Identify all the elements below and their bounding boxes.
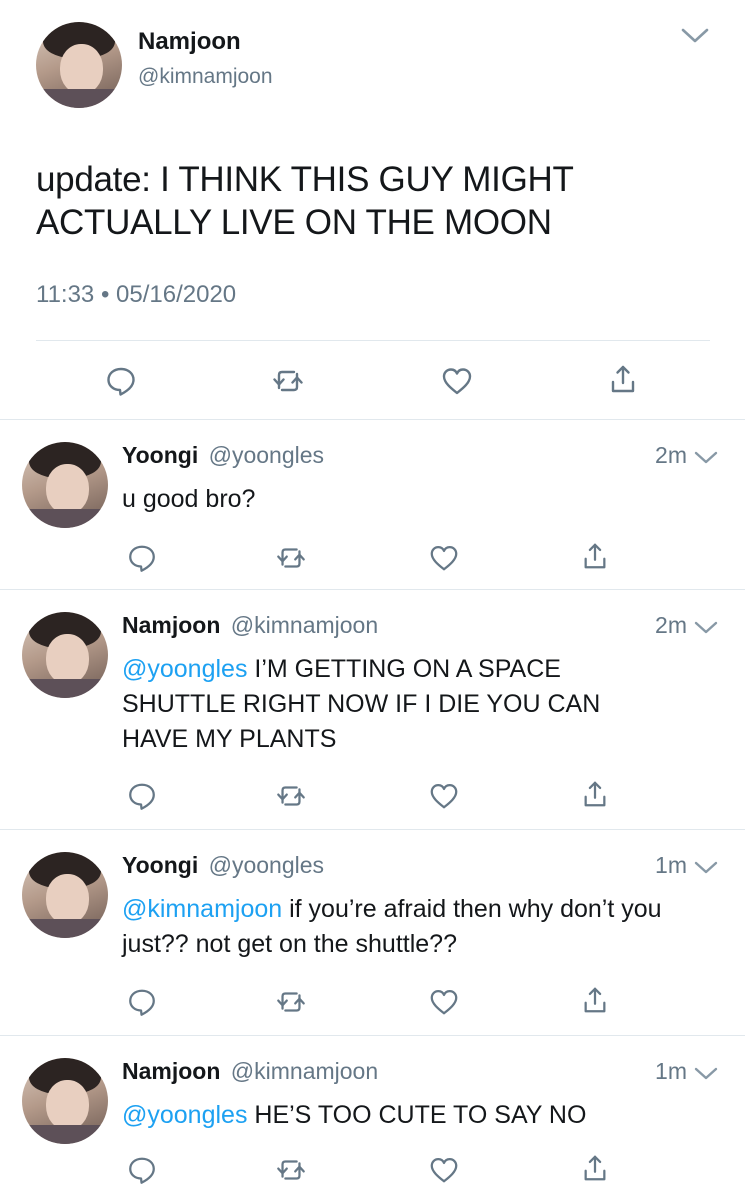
- reply-time: 2m: [655, 442, 687, 468]
- reply-time: 1m: [655, 1058, 687, 1084]
- retweet-icon[interactable]: [274, 542, 308, 574]
- avatar[interactable]: [22, 612, 108, 698]
- reply-time: 2m: [655, 612, 687, 638]
- reply-meta: Yoongi @yoongles: [122, 442, 324, 469]
- chevron-down-icon[interactable]: [680, 24, 710, 48]
- tweet-text: update: I THINK THIS GUY MIGHT ACTUALLY …: [36, 160, 573, 242]
- reply-meta: Yoongi @yoongles: [122, 852, 324, 879]
- share-icon[interactable]: [581, 778, 609, 810]
- reply-bubble-icon[interactable]: [126, 1154, 158, 1186]
- reply-bubble-icon[interactable]: [104, 364, 138, 398]
- tweet-actions: [0, 1154, 745, 1188]
- reply-meta: Namjoon @kimnamjoon: [122, 612, 378, 639]
- share-icon[interactable]: [581, 540, 609, 572]
- chevron-down-icon[interactable]: [693, 618, 719, 638]
- chevron-down-icon[interactable]: [693, 858, 719, 878]
- author-name[interactable]: Yoongi: [122, 852, 198, 878]
- retweet-icon[interactable]: [274, 1154, 308, 1186]
- tweet-actions: [0, 986, 745, 1020]
- author-handle[interactable]: @kimnamjoon: [231, 612, 378, 638]
- reply-bubble-icon[interactable]: [126, 780, 158, 812]
- reply-text: @yoongles HE’S TOO CUTE TO SAY NO: [122, 1098, 722, 1133]
- author-name[interactable]: Yoongi: [122, 442, 198, 468]
- reply-tweet[interactable]: Namjoon @kimnamjoon 2m @yoongles I’M GET…: [0, 590, 745, 830]
- heart-icon[interactable]: [440, 364, 474, 398]
- share-icon[interactable]: [608, 362, 638, 396]
- author-handle[interactable]: @kimnamjoon: [231, 1058, 378, 1084]
- divider: [36, 340, 710, 341]
- mention-link[interactable]: @yoongles: [122, 1101, 247, 1129]
- chevron-down-icon[interactable]: [693, 448, 719, 468]
- chevron-down-icon[interactable]: [693, 1064, 719, 1084]
- reply-time: 1m: [655, 852, 687, 878]
- mention-link[interactable]: @yoongles: [122, 655, 247, 683]
- reply-bubble-icon[interactable]: [126, 542, 158, 574]
- main-tweet: Namjoon @kimnamjoon update: I THINK THIS…: [0, 0, 745, 420]
- heart-icon[interactable]: [428, 542, 460, 574]
- avatar[interactable]: [36, 22, 122, 108]
- author-handle[interactable]: @yoongles: [209, 442, 324, 468]
- reply-text: u good bro?: [122, 482, 722, 517]
- heart-icon[interactable]: [428, 780, 460, 812]
- retweet-icon[interactable]: [270, 364, 306, 398]
- reply-body: u good bro?: [122, 485, 256, 513]
- reply-text: @yoongles I’M GETTING ON A SPACE SHUTTLE…: [122, 652, 662, 757]
- avatar[interactable]: [22, 852, 108, 938]
- reply-text: @kimnamjoon if you’re afraid then why do…: [122, 892, 722, 962]
- share-icon[interactable]: [581, 1152, 609, 1184]
- author-handle[interactable]: @yoongles: [209, 852, 324, 878]
- avatar[interactable]: [22, 1058, 108, 1144]
- avatar[interactable]: [22, 442, 108, 528]
- author-name[interactable]: Namjoon: [122, 612, 220, 638]
- reply-tweet[interactable]: Yoongi @yoongles 1m @kimnamjoon if you’r…: [0, 830, 745, 1036]
- heart-icon[interactable]: [428, 986, 460, 1018]
- reply-body: HE’S TOO CUTE TO SAY NO: [247, 1101, 587, 1129]
- reply-tweet[interactable]: Yoongi @yoongles 2m u good bro?: [0, 420, 745, 590]
- retweet-icon[interactable]: [274, 780, 308, 812]
- author-name[interactable]: Namjoon: [138, 28, 241, 56]
- reply-meta: Namjoon @kimnamjoon: [122, 1058, 378, 1085]
- author-name[interactable]: Namjoon: [122, 1058, 220, 1084]
- tweet-actions: [0, 362, 745, 398]
- reply-bubble-icon[interactable]: [126, 986, 158, 1018]
- retweet-icon[interactable]: [274, 986, 308, 1018]
- mention-link[interactable]: @kimnamjoon: [122, 895, 282, 923]
- share-icon[interactable]: [581, 984, 609, 1016]
- tweet-timestamp: 11:33 • 05/16/2020: [36, 281, 237, 308]
- tweet-actions: [0, 780, 745, 814]
- reply-tweet[interactable]: Namjoon @kimnamjoon 1m @yoongles HE’S TO…: [0, 1036, 745, 1200]
- tweet-actions: [0, 542, 745, 576]
- heart-icon[interactable]: [428, 1154, 460, 1186]
- author-handle[interactable]: @kimnamjoon: [138, 65, 273, 89]
